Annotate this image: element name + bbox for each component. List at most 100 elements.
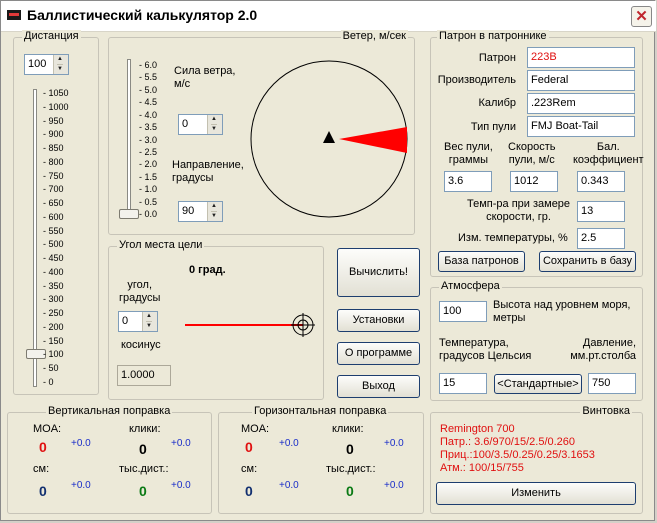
air-temp-field[interactable]: 15 bbox=[439, 373, 487, 394]
rifle-info-line: Remington 700 bbox=[440, 423, 515, 435]
vertical-cm-label: см: bbox=[33, 463, 50, 475]
altitude-label: Высота над уровнем моря, метры bbox=[493, 299, 631, 324]
close-button[interactable]: ✕ bbox=[631, 6, 652, 27]
vertical-cm-delta: +0.0 bbox=[71, 480, 91, 491]
distance-slider-track[interactable] bbox=[33, 89, 37, 387]
rifle-info-line: Патр.: 3.6/970/15/2.5/0.260 bbox=[440, 436, 576, 448]
manufacturer-field[interactable]: Federal bbox=[527, 70, 635, 91]
settings-button[interactable]: Установки bbox=[337, 309, 420, 332]
wind-tick: - 0.5 bbox=[139, 196, 158, 207]
horizontal-correction-title: Горизонтальная поправка bbox=[252, 405, 389, 417]
standard-atmosphere-button[interactable]: <Стандартные> bbox=[494, 374, 582, 394]
close-icon: ✕ bbox=[635, 8, 648, 25]
cartridge-name-label: Патрон bbox=[478, 52, 516, 64]
angle-spin-arrows[interactable] bbox=[142, 312, 157, 331]
distance-spin-arrows[interactable] bbox=[53, 55, 68, 74]
cosine-label: косинус bbox=[121, 339, 161, 351]
distance-title: Дистанция bbox=[22, 30, 81, 42]
cosine-field: 1.0000 bbox=[117, 365, 171, 386]
save-to-db-button[interactable]: Сохранить в базу bbox=[539, 251, 636, 272]
bullet-speed-field[interactable]: 1012 bbox=[510, 171, 558, 192]
distance-tick: - 200 bbox=[43, 321, 64, 332]
standard-atmosphere-label: <Стандартные> bbox=[497, 378, 579, 390]
distance-tick: - 1050 bbox=[43, 88, 69, 98]
bullet-type-label: Тип пули bbox=[470, 121, 516, 133]
distance-tick: - 650 bbox=[43, 198, 64, 209]
pressure-field[interactable]: 750 bbox=[588, 373, 636, 394]
cartridge-db-button[interactable]: База патронов bbox=[438, 251, 525, 272]
wind-tick: - 5.5 bbox=[139, 72, 158, 83]
vertical-thou-value: 0 bbox=[139, 483, 147, 499]
cartridge-name-value: 223B bbox=[531, 51, 557, 63]
measure-temp-label: Темп-ра при замере скорости, гр. bbox=[467, 198, 571, 223]
wind-direction-spin-arrows[interactable] bbox=[207, 202, 222, 221]
wind-tick: - 3.5 bbox=[139, 122, 158, 133]
wind-compass bbox=[250, 60, 408, 218]
exit-button[interactable]: Выход bbox=[337, 375, 420, 398]
distance-tick: - 450 bbox=[43, 253, 64, 264]
calculate-button[interactable]: Вычислить! bbox=[337, 248, 420, 297]
vertical-cm-value: 0 bbox=[39, 483, 47, 499]
distance-tick: - 1000 bbox=[43, 101, 69, 112]
wind-strength-spinner[interactable]: 0 bbox=[178, 114, 223, 135]
rifle-info-line: Приц.:100/3.5/0.25/0.25/3.1653 bbox=[440, 449, 595, 461]
change-rifle-button[interactable]: Изменить bbox=[436, 482, 636, 505]
wind-tick: - 1.0 bbox=[139, 184, 158, 195]
caliber-field[interactable]: .223Rem bbox=[527, 93, 635, 114]
wind-direction-spinner[interactable]: 90 bbox=[178, 201, 223, 222]
distance-spinner[interactable]: 100 bbox=[24, 54, 69, 75]
temp-change-field[interactable]: 2.5 bbox=[577, 228, 625, 249]
wind-compass-center-marker bbox=[323, 131, 335, 143]
distance-tick: - 250 bbox=[43, 308, 64, 319]
cartridge-db-label: База патронов bbox=[444, 255, 519, 267]
wind-tick: - 2.5 bbox=[139, 146, 158, 157]
wind-slider-track[interactable] bbox=[127, 59, 131, 219]
angle-indicator bbox=[185, 313, 315, 337]
temp-change-value: 2.5 bbox=[581, 232, 597, 244]
horizontal-moa-delta: +0.0 bbox=[279, 438, 299, 449]
air-temp-label: Температура, градусов Цельсия bbox=[439, 337, 532, 362]
manufacturer-label: Производитель bbox=[437, 74, 516, 86]
vertical-moa-label: MOA: bbox=[33, 423, 62, 435]
temp-change-label: Изм. температуры, % bbox=[458, 232, 568, 244]
wind-slider-thumb[interactable] bbox=[119, 209, 139, 219]
air-temp-value: 15 bbox=[443, 377, 456, 389]
ballistic-coef-field[interactable]: 0.343 bbox=[577, 171, 625, 192]
altitude-field[interactable]: 100 bbox=[439, 301, 487, 322]
distance-tick: - 150 bbox=[43, 335, 64, 346]
about-label: О программе bbox=[344, 347, 413, 359]
vertical-moa-value: 0 bbox=[39, 439, 47, 455]
vertical-clicks-value: 0 bbox=[139, 441, 147, 457]
vertical-clicks-label: клики: bbox=[129, 423, 161, 435]
distance-value: 100 bbox=[28, 58, 47, 70]
distance-tick: - 750 bbox=[43, 170, 64, 181]
horizontal-thou-label: тыс.дист.: bbox=[326, 463, 376, 475]
cartridge-name-field[interactable]: 223B bbox=[527, 47, 635, 68]
wind-title: Ветер, м/сек bbox=[340, 30, 408, 42]
angle-spinner[interactable]: 0 bbox=[118, 311, 158, 332]
bullet-weight-label: Вес пули, граммы bbox=[444, 141, 493, 166]
wind-direction-value: 90 bbox=[182, 205, 195, 217]
bullet-type-field[interactable]: FMJ Boat-Tail bbox=[527, 116, 635, 137]
horizontal-moa-value: 0 bbox=[245, 439, 253, 455]
cosine-value: 1.0000 bbox=[121, 369, 155, 381]
bullet-weight-field[interactable]: 3.6 bbox=[444, 171, 492, 192]
ballistic-coef-label: Бал. коэффициент bbox=[573, 141, 644, 166]
angle-title: Угол места цели bbox=[117, 239, 205, 251]
vertical-thou-label: тыс.дист.: bbox=[119, 463, 169, 475]
horizontal-cm-delta: +0.0 bbox=[279, 480, 299, 491]
manufacturer-value: Federal bbox=[531, 74, 569, 86]
vertical-moa-delta: +0.0 bbox=[71, 438, 91, 449]
ballistic-coef-value: 0.343 bbox=[581, 175, 609, 187]
wind-strength-spin-arrows[interactable] bbox=[207, 115, 222, 134]
distance-tick: - 300 bbox=[43, 294, 64, 305]
measure-temp-field[interactable]: 13 bbox=[577, 201, 625, 222]
distance-tick: - 0 bbox=[43, 377, 54, 387]
distance-tick: - 850 bbox=[43, 143, 64, 154]
app-window: Баллистический калькулятор 2.0 ✕ Дистанц… bbox=[0, 0, 656, 521]
horizontal-clicks-delta: +0.0 bbox=[384, 438, 404, 449]
about-button[interactable]: О программе bbox=[337, 342, 420, 365]
app-icon bbox=[7, 10, 21, 20]
distance-tick: - 400 bbox=[43, 266, 64, 277]
wind-tick: - 6.0 bbox=[139, 60, 158, 70]
